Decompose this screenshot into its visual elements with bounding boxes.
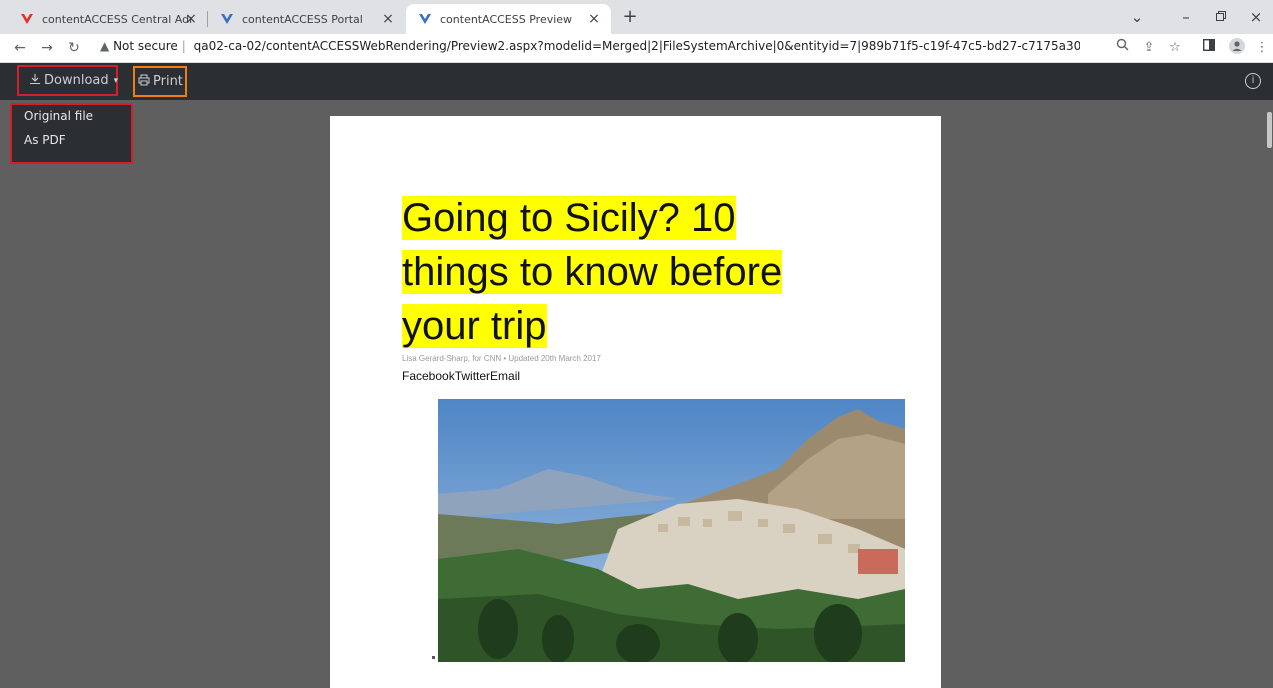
contentaccess-favicon-icon: [220, 12, 234, 26]
printer-icon: [138, 74, 150, 90]
share-icon[interactable]: ⇪: [1139, 38, 1159, 58]
tab-label: contentACCESS Preview: [440, 12, 573, 26]
scrollbar-thumb[interactable]: [1267, 112, 1272, 148]
close-tab-icon[interactable]: ×: [184, 12, 198, 26]
headline-line: things to know before: [402, 250, 783, 294]
menu-item-as-pdf[interactable]: As PDF: [12, 129, 131, 153]
document-page: Going to Sicily? 10 things to know befor…: [330, 116, 941, 688]
close-tab-icon[interactable]: ×: [381, 12, 395, 26]
tab-separator: [207, 11, 208, 27]
url-text: qa02-ca-02/contentACCESSWebRendering/Pre…: [193, 39, 1080, 53]
bullet-dot: [432, 656, 435, 659]
print-label: Print: [153, 74, 183, 89]
download-menu: Original file As PDF: [10, 103, 133, 164]
profile-avatar-icon[interactable]: [1227, 38, 1247, 58]
reload-icon[interactable]: ↻: [64, 38, 84, 58]
viewer-toolbar: Download ▾ Print i: [0, 63, 1273, 100]
menu-kebab-icon[interactable]: ⋮: [1252, 38, 1272, 58]
headline-line: Going to Sicily? 10: [402, 196, 736, 240]
security-label[interactable]: Not secure: [113, 39, 178, 53]
tab-portal[interactable]: contentACCESS Portal ×: [210, 4, 405, 34]
tab-label: contentACCESS Central Administ: [42, 12, 192, 26]
minimize-icon[interactable]: –: [1176, 8, 1196, 28]
zoom-icon[interactable]: [1112, 38, 1132, 58]
print-button[interactable]: Print: [133, 66, 187, 97]
url-field[interactable]: ▲ Not secure | qa02-ca-02/contentACCESSWe…: [100, 39, 1080, 53]
new-tab-button[interactable]: +: [620, 8, 640, 28]
social-links: FacebookTwitterEmail: [402, 369, 521, 383]
bookmark-star-icon[interactable]: ☆: [1165, 38, 1185, 58]
close-window-icon[interactable]: ×: [1246, 8, 1266, 28]
headline-line: your trip: [402, 304, 547, 348]
tab-search-icon[interactable]: ⌄: [1127, 8, 1147, 28]
back-icon[interactable]: ←: [10, 38, 30, 58]
side-panel-icon[interactable]: [1199, 38, 1219, 58]
tab-label: contentACCESS Portal: [242, 12, 363, 26]
tab-strip: contentACCESS Central Administ × content…: [0, 0, 1273, 34]
menu-item-original-file[interactable]: Original file: [12, 105, 131, 129]
download-icon: [29, 73, 41, 89]
tab-preview[interactable]: contentACCESS Preview ×: [406, 4, 611, 34]
viewer-scrollbar[interactable]: [1265, 100, 1273, 688]
download-button[interactable]: Download ▾: [17, 65, 118, 96]
contentaccess-favicon-icon: [418, 12, 432, 26]
restore-icon[interactable]: [1211, 8, 1231, 28]
contentaccess-favicon-icon: [20, 12, 34, 26]
caret-down-icon: ▾: [113, 75, 119, 86]
address-bar: ← → ↻ ▲ Not secure | qa02-ca-02/contentAC…: [0, 34, 1273, 63]
info-icon[interactable]: i: [1245, 73, 1261, 89]
download-label: Download: [44, 73, 109, 88]
sicily-town-photo: [438, 399, 905, 662]
article-headline: Going to Sicily? 10 things to know befor…: [402, 191, 783, 353]
close-tab-icon[interactable]: ×: [587, 12, 601, 26]
tab-central-admin[interactable]: contentACCESS Central Administ ×: [8, 4, 204, 34]
article-byline: Lisa Gerard-Sharp, for CNN • Updated 20t…: [402, 354, 601, 363]
warning-icon: ▲: [100, 39, 110, 53]
forward-icon[interactable]: →: [37, 38, 57, 58]
